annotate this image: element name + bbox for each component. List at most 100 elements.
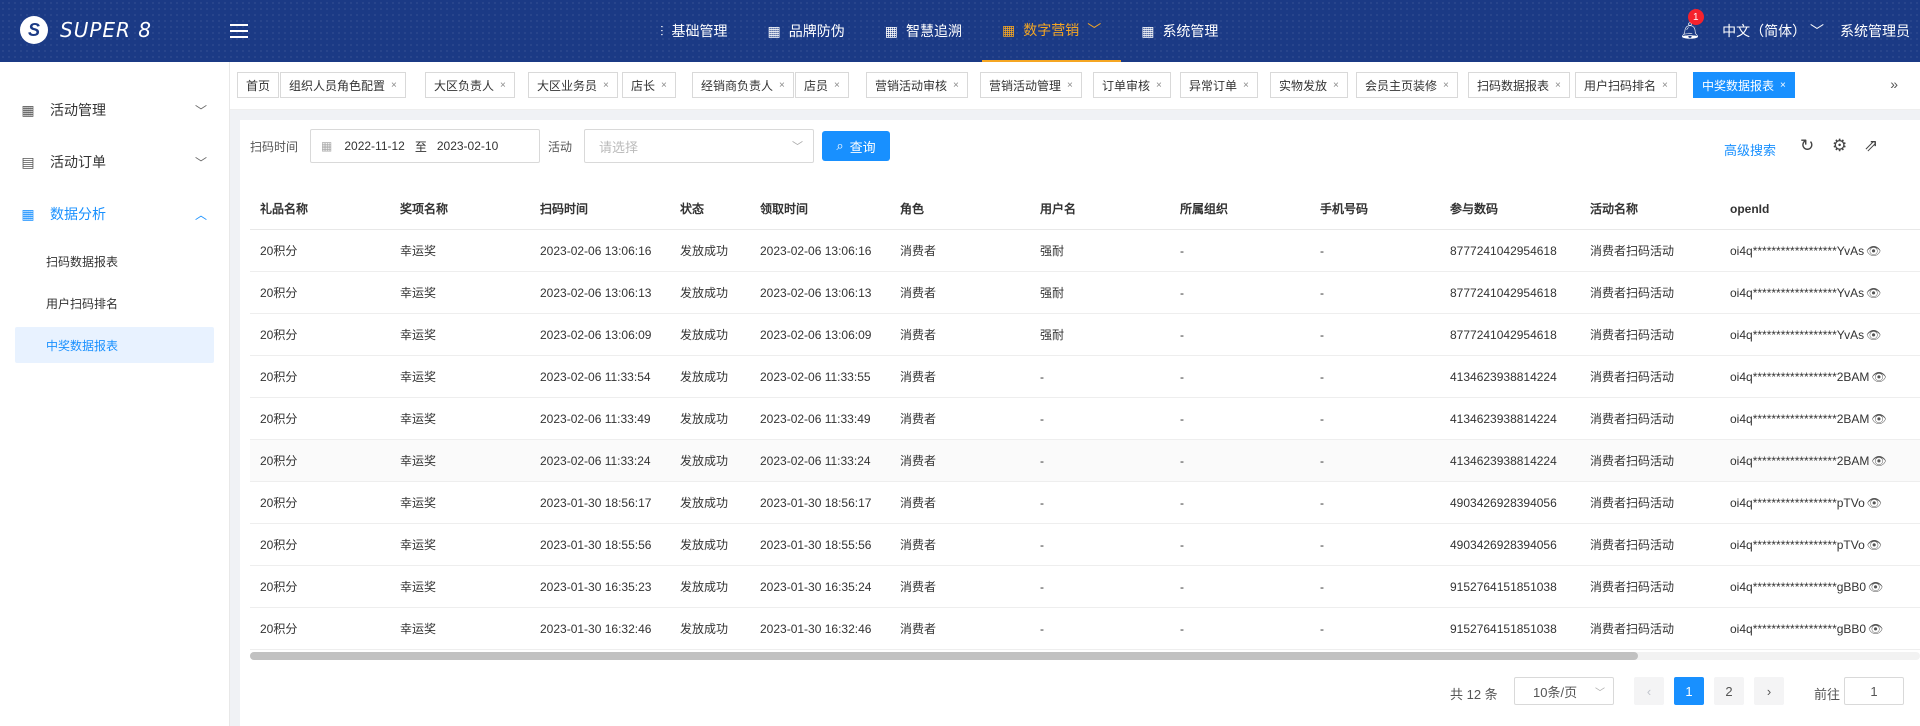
user-menu[interactable]: 系统管理员 bbox=[1840, 21, 1910, 41]
table-row[interactable]: 20积分 幸运奖 2023-02-06 13:06:16 发放成功 2023-02-06… bbox=[250, 230, 1920, 272]
column-header[interactable]: 领取时间 bbox=[750, 200, 890, 217]
close-icon[interactable]: × bbox=[500, 80, 506, 91]
close-icon[interactable]: × bbox=[953, 80, 959, 91]
sidebar-subitem[interactable]: 扫码数据报表 bbox=[0, 240, 229, 282]
date-range-picker[interactable]: ▦ 2022-11-12 至 2023-02-10 bbox=[310, 129, 540, 163]
table-row[interactable]: 20积分 幸运奖 2023-02-06 11:33:24 发放成功 2023-02-06… bbox=[250, 440, 1920, 482]
column-header[interactable]: 用户名 bbox=[1030, 200, 1170, 217]
cell-text: 幸运奖 bbox=[400, 580, 437, 594]
table-row[interactable]: 20积分 幸运奖 2023-01-30 16:35:23 发放成功 2023-01-30… bbox=[250, 566, 1920, 608]
close-icon[interactable]: × bbox=[661, 80, 667, 91]
close-icon[interactable]: × bbox=[834, 80, 840, 91]
column-header[interactable]: 扫码时间 bbox=[530, 200, 670, 217]
next-page-button[interactable]: › bbox=[1754, 677, 1784, 705]
eye-icon[interactable]: 👁︎ bbox=[1867, 538, 1882, 552]
tab[interactable]: 扫码数据报表 × bbox=[1468, 72, 1570, 98]
double-chevron-right-icon[interactable]: » bbox=[1890, 76, 1898, 92]
tab[interactable]: 会员主页装修 × bbox=[1356, 72, 1458, 98]
table-row[interactable]: 20积分 幸运奖 2023-02-06 13:06:13 发放成功 2023-02-06… bbox=[250, 272, 1920, 314]
eye-icon[interactable]: 👁︎ bbox=[1866, 286, 1881, 300]
column-header[interactable]: 活动名称 bbox=[1580, 200, 1720, 217]
table-row[interactable]: 20积分 幸运奖 2023-02-06 11:33:49 发放成功 2023-02-06… bbox=[250, 398, 1920, 440]
eye-icon[interactable]: 👁︎ bbox=[1868, 580, 1883, 594]
menu-collapse-icon[interactable] bbox=[230, 24, 248, 38]
eye-icon[interactable]: 👁︎ bbox=[1871, 412, 1886, 426]
page-1-button[interactable]: 1 bbox=[1674, 677, 1704, 705]
column-header[interactable]: 奖项名称 bbox=[390, 200, 530, 217]
table-row[interactable]: 20积分 幸运奖 2023-01-30 18:56:17 发放成功 2023-01-30… bbox=[250, 482, 1920, 524]
close-icon[interactable]: × bbox=[1662, 80, 1668, 91]
tab[interactable]: 异常订单 × bbox=[1180, 72, 1258, 98]
close-icon[interactable]: × bbox=[1333, 80, 1339, 91]
column-header[interactable]: 角色 bbox=[890, 200, 1030, 217]
top-nav-item[interactable]: ▦ 智慧追溯 bbox=[865, 0, 982, 62]
column-header[interactable]: 状态 bbox=[670, 200, 750, 217]
close-icon[interactable]: × bbox=[391, 80, 397, 91]
close-icon[interactable]: × bbox=[1780, 80, 1786, 91]
table-cell: 幸运奖 bbox=[390, 620, 530, 637]
table-cell: - bbox=[1170, 370, 1310, 384]
tab[interactable]: 中奖数据报表 × bbox=[1693, 72, 1795, 98]
column-header[interactable]: 所属组织 bbox=[1170, 200, 1310, 217]
column-header[interactable]: openId bbox=[1720, 202, 1900, 216]
tab[interactable]: 首页 bbox=[237, 72, 280, 98]
table-cell: oi4q******************YvAs 👁︎ bbox=[1720, 328, 1900, 342]
horizontal-scrollbar[interactable] bbox=[250, 652, 1920, 660]
tab[interactable]: 订单审核 × bbox=[1093, 72, 1171, 98]
eye-icon[interactable]: 👁︎ bbox=[1866, 328, 1881, 342]
close-icon[interactable]: × bbox=[1243, 80, 1249, 91]
eye-icon[interactable]: 👁︎ bbox=[1871, 454, 1886, 468]
tab[interactable]: 用户扫码排名 × bbox=[1575, 72, 1677, 98]
column-header[interactable]: 参与数码 bbox=[1440, 200, 1580, 217]
query-button[interactable]: ⌕ 查询 bbox=[822, 131, 890, 161]
column-header[interactable]: 礼品名称 bbox=[250, 200, 390, 217]
tab[interactable]: 组织人员角色配置 × bbox=[280, 72, 406, 98]
tab[interactable]: 大区业务员 × bbox=[528, 72, 618, 98]
scrollbar-thumb[interactable] bbox=[250, 652, 1638, 660]
table-row[interactable]: 20积分 幸运奖 2023-02-06 13:06:09 发放成功 2023-02-06… bbox=[250, 314, 1920, 356]
tab[interactable]: 营销活动审核 × bbox=[866, 72, 968, 98]
page-2-button[interactable]: 2 bbox=[1714, 677, 1744, 705]
advanced-search-link[interactable]: 高级搜索 bbox=[1724, 140, 1776, 159]
tab[interactable]: 店员 × bbox=[795, 72, 849, 98]
eye-icon[interactable]: 👁︎ bbox=[1866, 244, 1881, 258]
sidebar-group[interactable]: ▦ 活动管理 ﹀ bbox=[0, 84, 229, 136]
eye-icon[interactable]: 👁︎ bbox=[1868, 622, 1883, 636]
tab[interactable]: 实物发放 × bbox=[1270, 72, 1348, 98]
eye-icon[interactable]: 👁︎ bbox=[1871, 370, 1886, 384]
language-selector[interactable]: 中文（简体） ﹀ bbox=[1722, 21, 1824, 41]
page-size-select[interactable]: 10条/页 ﹀ bbox=[1514, 677, 1614, 705]
export-icon[interactable]: ⇗ bbox=[1864, 136, 1878, 156]
top-nav-item[interactable]: ▦ 数字营销 ﹀ bbox=[981, 0, 1122, 62]
top-nav-item[interactable]: ▦ 系统管理 bbox=[1121, 0, 1238, 62]
close-icon[interactable]: × bbox=[1443, 80, 1449, 91]
prev-page-button[interactable]: ‹ bbox=[1634, 677, 1664, 705]
settings-icon[interactable]: ⚙ bbox=[1832, 136, 1847, 156]
table-row[interactable]: 20积分 幸运奖 2023-01-30 16:32:46 发放成功 2023-01-30… bbox=[250, 608, 1920, 650]
close-icon[interactable]: × bbox=[603, 80, 609, 91]
sidebar-group[interactable]: ▦ 数据分析 ︿ bbox=[0, 188, 229, 240]
cell-text: - bbox=[1320, 411, 1324, 426]
table-row[interactable]: 20积分 幸运奖 2023-02-06 11:33:54 发放成功 2023-02-06… bbox=[250, 356, 1920, 398]
tab[interactable]: 店长 × bbox=[622, 72, 676, 98]
bell-icon[interactable]: 🔔︎ 1 bbox=[1680, 9, 1704, 41]
activity-select[interactable]: 请选择 ﹀ bbox=[584, 129, 814, 163]
refresh-icon[interactable]: ↻ bbox=[1800, 136, 1814, 156]
sidebar-group[interactable]: ▤ 活动订单 ﹀ bbox=[0, 136, 229, 188]
eye-icon[interactable]: 👁︎ bbox=[1867, 496, 1882, 510]
top-nav-item[interactable]: ⫶ 基础管理 bbox=[640, 0, 748, 62]
logo[interactable]: S SUPER 8 bbox=[20, 16, 152, 44]
goto-page-input[interactable] bbox=[1844, 677, 1904, 705]
close-icon[interactable]: × bbox=[1555, 80, 1561, 91]
sidebar-subitem[interactable]: 中奖数据报表 bbox=[15, 327, 214, 363]
table-row[interactable]: 20积分 幸运奖 2023-01-30 18:55:56 发放成功 2023-01-30… bbox=[250, 524, 1920, 566]
tab[interactable]: 经销商负责人 × bbox=[692, 72, 794, 98]
top-nav-item[interactable]: ▦ 品牌防伪 bbox=[748, 0, 865, 62]
sidebar-subitem[interactable]: 用户扫码排名 bbox=[0, 282, 229, 324]
close-icon[interactable]: × bbox=[779, 80, 785, 91]
close-icon[interactable]: × bbox=[1156, 80, 1162, 91]
tab[interactable]: 营销活动管理 × bbox=[980, 72, 1082, 98]
tab[interactable]: 大区负责人 × bbox=[425, 72, 515, 98]
close-icon[interactable]: × bbox=[1067, 80, 1073, 91]
column-header[interactable]: 手机号码 bbox=[1310, 200, 1440, 217]
